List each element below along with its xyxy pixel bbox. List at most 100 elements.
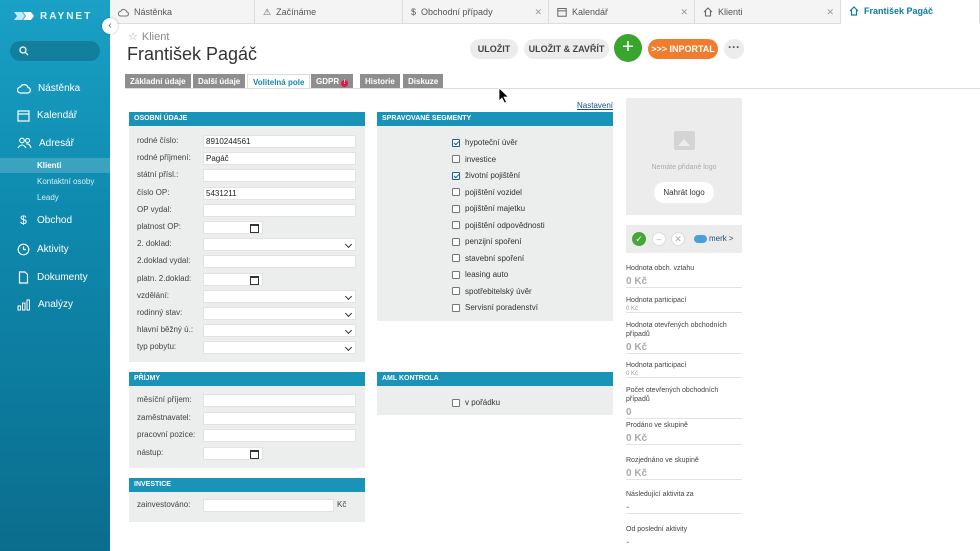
sidebar-search[interactable] [10,41,100,61]
tab-zakladni-udaje[interactable]: Základní údaje [125,74,191,89]
sidebar-item-nastenka[interactable]: Nástěnka [0,77,110,99]
checkbox[interactable] [452,155,460,163]
segment-checkbox[interactable]: pojištění vozidel [452,186,522,199]
checkbox[interactable] [452,204,460,213]
tab-kalendar[interactable]: Kalendář ✕ [549,0,695,24]
sidebar-item-aktivity[interactable]: Aktivity [0,238,110,260]
merk-label: merk [709,234,727,243]
sidebar-collapse-button[interactable]: ‹ [102,18,118,34]
star-icon[interactable]: ☆ [128,30,138,43]
select-field[interactable] [203,324,356,338]
checkbox-label: v pořádku [465,398,501,407]
home-icon [703,7,713,17]
save-button[interactable]: ULOŽIT [470,39,518,59]
tab-gdpr[interactable]: GDPR! [311,74,354,89]
checkbox[interactable] [452,138,460,147]
text-field[interactable] [203,429,356,442]
checkbox[interactable] [452,287,460,295]
sidebar-item-kalendar[interactable]: Kalendář [0,104,110,126]
form-row: platn. 2.doklad: [129,272,365,286]
tab-frantisek-pagac[interactable]: František Pagáč [841,0,980,24]
no-logo-text: Nemáte přidané logo [651,164,717,171]
segment-checkbox[interactable]: hypoteční úvěr [452,136,517,149]
segment-checkbox[interactable]: Servisní poradenství [452,301,538,314]
field-label: rodné příjmení: [137,153,191,163]
date-field[interactable] [203,221,263,234]
tab-label: František Pagáč [864,6,934,16]
text-field[interactable]: Pagáč [203,152,356,166]
form-row: OP vydal: [129,203,365,217]
checkbox[interactable] [452,303,460,312]
select-field[interactable] [203,289,356,303]
text-field[interactable] [203,394,356,407]
tab-nastenka[interactable]: Nástěnka [110,0,255,24]
inportal-button[interactable]: >>> INPORTAL [648,39,718,59]
tab-diskuze[interactable]: Diskuze [403,74,444,89]
close-icon[interactable]: ✕ [680,7,688,18]
sidebar-subitem-klienti[interactable]: Klienti [0,158,110,173]
investment-input[interactable] [203,499,334,512]
tab-volitelna-pole[interactable]: Volitelná pole [247,74,311,89]
checkbox[interactable] [452,398,460,407]
sidebar-item-obchod[interactable]: $ Obchod [0,209,110,231]
segment-checkbox[interactable]: penzijní spoření [452,235,521,248]
minus-icon[interactable]: – [652,232,666,246]
form-row: pracovní pozice: [129,429,365,442]
segment-checkbox[interactable]: investice [452,153,496,166]
checkbox[interactable] [452,237,460,246]
stat-item: Prodáno ve skupině 0 Kč [626,421,742,445]
tab-historie[interactable]: Historie [360,74,400,89]
segment-checkbox[interactable]: životní pojištění [452,169,520,182]
segment-checkbox[interactable]: leasing auto [452,268,508,281]
segment-checkbox[interactable]: stavební spoření [452,252,524,265]
text-field[interactable] [203,169,356,183]
tab-obchodni-pripady[interactable]: $ Obchodní případy ✕ [403,0,549,24]
settings-link[interactable]: Nastavení [577,101,613,110]
text-field[interactable]: 8910244561 [203,135,356,148]
checkbox[interactable] [452,188,460,196]
raynet-logo[interactable]: RAYNET [14,8,92,24]
document-icon [18,270,29,284]
close-icon[interactable]: ✕ [671,232,685,246]
checkbox[interactable] [452,270,460,279]
text-field[interactable] [203,203,356,217]
upload-logo-button[interactable]: Nahrát logo [654,182,714,203]
sidebar-item-adresar[interactable]: Adresář [0,132,110,154]
field-label: zaměstnavatel: [137,412,191,422]
field-label: rodinný stav: [137,308,183,317]
segment-checkbox[interactable]: pojištění majetku [452,202,525,215]
more-options-button[interactable]: ··· [724,39,744,59]
date-field[interactable] [203,446,263,460]
sidebar-subitem-leady[interactable]: Leady [0,190,110,205]
select-field[interactable] [203,341,356,355]
close-icon[interactable]: ✕ [534,7,542,18]
stat-item: Následující aktivita za - [626,490,742,514]
checkbox[interactable] [452,171,460,180]
sidebar-item-analyzy[interactable]: Analýzy [0,293,110,315]
tab-zaciname[interactable]: ⚠ Začínáme [255,0,403,24]
add-button[interactable]: + [614,34,642,62]
text-field[interactable] [203,255,356,269]
select-field[interactable] [203,307,356,320]
form-row: rodné číslo: 8910244561 [129,135,365,148]
checkbox[interactable] [452,254,460,262]
date-field[interactable] [203,272,263,286]
close-icon[interactable]: ✕ [826,7,834,18]
currency-unit: Kč [337,500,347,509]
tab-klienti[interactable]: Klienti ✕ [695,0,841,24]
tab-dalsi-udaje[interactable]: Další údaje [193,74,246,89]
sidebar-item-dokumenty[interactable]: Dokumenty [0,266,110,288]
form-row: rodinný stav: [129,307,365,320]
save-and-close-button[interactable]: ULOŽIT & ZAVŘÍT [524,39,609,59]
aml-checkbox[interactable]: v pořádku [452,396,500,409]
checkbox[interactable] [452,221,460,229]
sidebar-subitem-kontaktni-osoby[interactable]: Kontaktní osoby [0,174,110,189]
text-field[interactable]: 5431211 [203,186,356,200]
field-label: nástup: [137,447,164,457]
check-icon[interactable]: ✓ [632,232,646,246]
merk-link[interactable]: merk > [694,234,733,243]
text-field[interactable] [203,411,356,425]
select-field[interactable] [203,238,356,252]
segment-checkbox[interactable]: spotřebitelský úvěr [452,285,532,298]
segment-checkbox[interactable]: pojištění odpovědnosti [452,219,545,232]
